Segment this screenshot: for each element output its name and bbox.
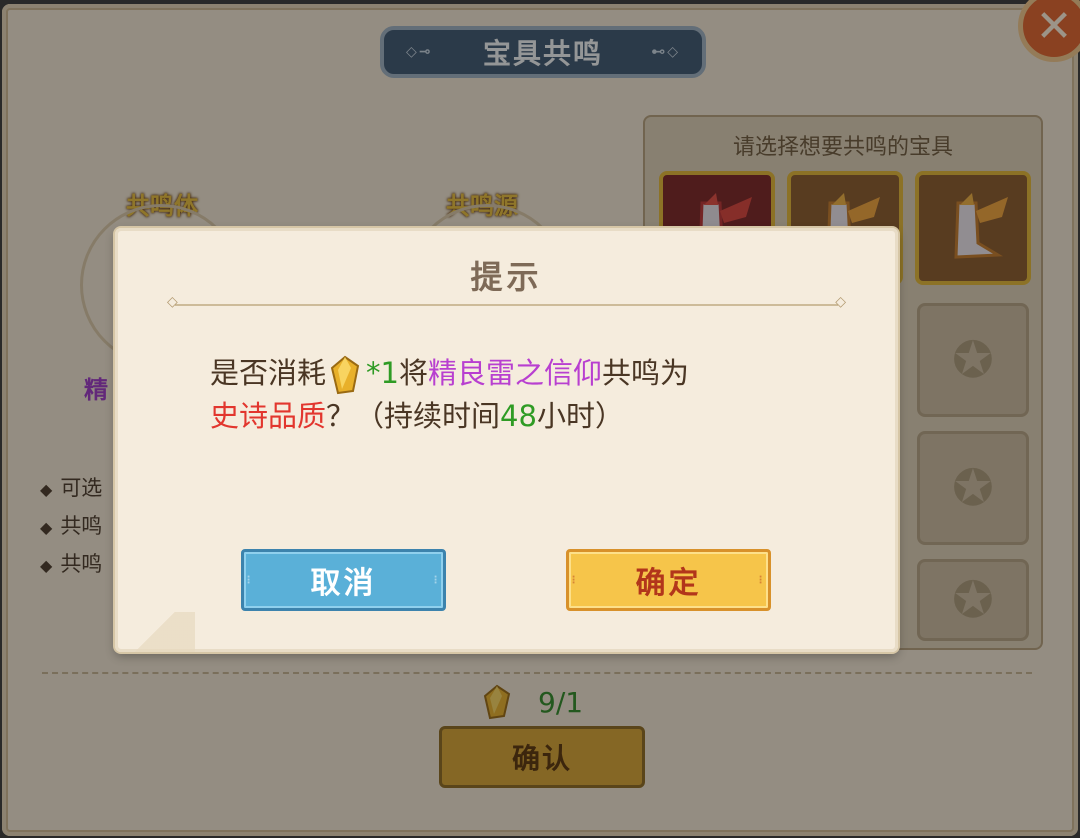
msg-duration-suffix: 小时）: [536, 399, 624, 433]
msg-count: *1: [366, 356, 399, 390]
button-edge-pattern: ⋮: [430, 574, 444, 586]
msg-mid: 将: [398, 356, 428, 390]
button-edge-pattern: ⋮: [243, 574, 257, 586]
ok-button[interactable]: ⋮ 确定 ⋮: [566, 549, 771, 611]
msg-duration-prefix: ？（持续时间: [326, 399, 501, 433]
cancel-button-label: 取消: [310, 566, 377, 601]
page-curl-decoration: [115, 612, 195, 652]
msg-item-name: 精良雷之信仰: [427, 356, 602, 390]
dialog-message: 是否消耗 *1将精良雷之信仰共鸣为 史诗品质？（持续时间48小时）: [210, 352, 830, 437]
msg-mid2: 共鸣为: [602, 356, 690, 390]
cancel-button[interactable]: ⋮ 取消 ⋮: [241, 549, 446, 611]
gold-crystal-icon: [330, 355, 360, 395]
dialog-title: 提示: [470, 258, 543, 296]
confirm-dialog: 提示 是否消耗 *1将精良雷之信仰共鸣为 史诗品质？（持续时间48小时） ⋮ 取…: [115, 228, 898, 652]
msg-hours: 48: [500, 399, 537, 433]
ok-button-label: 确定: [635, 566, 702, 601]
dialog-divider: [167, 294, 846, 310]
msg-prefix: 是否消耗: [210, 356, 327, 390]
button-edge-pattern: ⋮: [568, 574, 582, 586]
msg-quality: 史诗品质: [210, 399, 327, 433]
button-edge-pattern: ⋮: [755, 574, 769, 586]
